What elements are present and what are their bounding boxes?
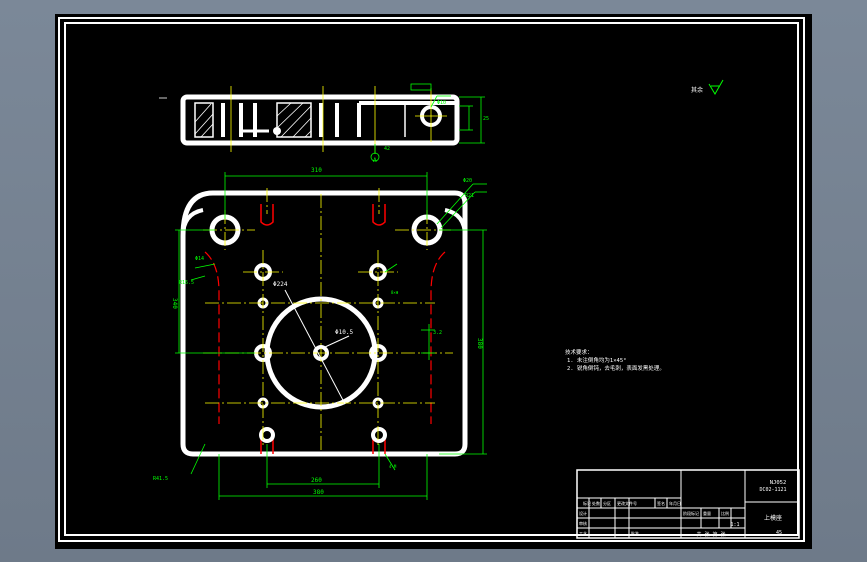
dim-height-left: 340 bbox=[171, 298, 178, 309]
tb-stage-label: 阶段标记 bbox=[683, 510, 699, 516]
tech-notes-line2: 2. 锐角倒钝，去毛刺，表面发黑处理。 bbox=[567, 364, 665, 372]
dim-width-top: 310 bbox=[311, 167, 322, 174]
dim-width-inner: 260 bbox=[311, 477, 322, 484]
plan-dimensions bbox=[175, 172, 487, 500]
pin-holes-top bbox=[260, 204, 386, 454]
roughness-icon bbox=[708, 79, 724, 95]
cad-drawing: A 42 Φ10 25 310 260 380 340 380 Φ224 Φ10… bbox=[153, 79, 800, 539]
tb-header-2: 处数 bbox=[592, 500, 600, 506]
dim-top-r2: R21 bbox=[465, 193, 474, 199]
tb-header-6: 年月日 bbox=[669, 500, 681, 506]
tb-row-design: 设计 bbox=[579, 510, 587, 516]
pin-holes-bottom bbox=[259, 427, 387, 443]
bottom-callout: 4-M bbox=[389, 464, 397, 469]
drawing-number-2: DC02-1121 bbox=[759, 487, 786, 493]
tb-row-approve: 批准 bbox=[631, 530, 639, 536]
drawing-canvas[interactable]: A 42 Φ10 25 310 260 380 340 380 Φ224 Φ10… bbox=[55, 14, 812, 549]
tech-notes-line1: 1. 未注倒角均为1×45° bbox=[567, 356, 627, 364]
tb-row-review: 审核 bbox=[579, 520, 587, 526]
view-a-label: A bbox=[373, 157, 377, 164]
dim-top-r1: Φ20 bbox=[463, 178, 472, 184]
tb-row-process: 工艺 bbox=[579, 531, 587, 536]
scale-value: 1:1 bbox=[730, 522, 739, 528]
hatch-region-mid bbox=[276, 102, 312, 138]
dim-width-bottom: 380 bbox=[313, 489, 324, 496]
dim-slot-dia: Φ14 bbox=[195, 256, 204, 262]
side-dia-label: Φ10 bbox=[437, 100, 446, 106]
tb-header-3: 分区 bbox=[603, 500, 611, 506]
tech-notes-title: 技术要求： bbox=[565, 348, 593, 356]
tb-header-1: 标记 bbox=[583, 500, 591, 506]
side-height-label: 25 bbox=[483, 116, 489, 122]
hole-callout: 8×Φ bbox=[391, 290, 399, 295]
tb-header-4: 更改文件号 bbox=[617, 500, 637, 506]
tb-scale-label: 比例 bbox=[721, 510, 729, 516]
dim-side-radius: R16.5 bbox=[179, 280, 194, 286]
dim-corner-radius: R41.5 bbox=[153, 476, 168, 482]
bore-leader bbox=[284, 289, 346, 405]
sheet-count: 共 张 第 张 bbox=[696, 531, 725, 538]
dim-height-right: 380 bbox=[476, 338, 483, 349]
dim-center-dia: Φ10.5 bbox=[335, 329, 353, 336]
part-material: 45 bbox=[776, 530, 782, 536]
hidden-edges bbox=[204, 251, 446, 424]
hatch-region-left bbox=[194, 102, 214, 138]
center-leader bbox=[324, 335, 350, 348]
part-name: 上模座 bbox=[764, 514, 782, 522]
tb-weight-label: 重量 bbox=[703, 510, 711, 516]
roughness-label: 其余 bbox=[691, 86, 703, 94]
drawing-number-1: NJ052 bbox=[770, 480, 787, 486]
dim-bore-dia: Φ224 bbox=[273, 281, 288, 288]
dim-right-small: 3.2 bbox=[433, 330, 442, 336]
tb-header-5: 签名 bbox=[657, 500, 665, 506]
side-view bbox=[180, 94, 460, 146]
view-a-depth: 42 bbox=[384, 146, 390, 152]
